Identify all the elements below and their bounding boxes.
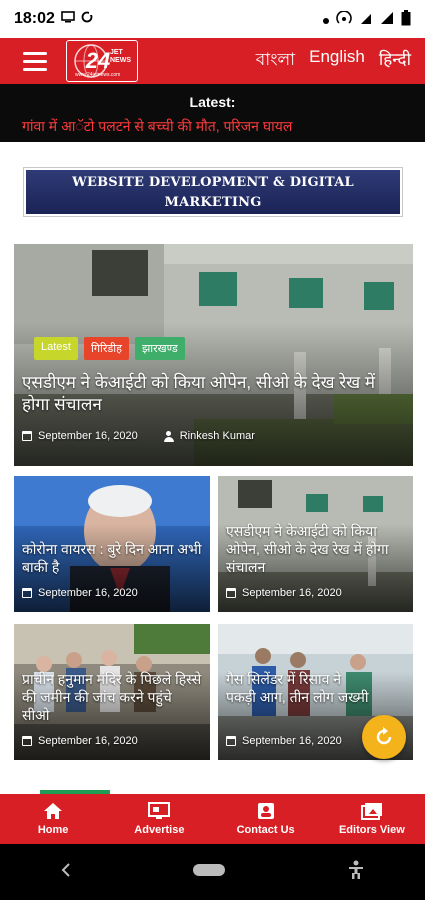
article-meta: September 16, 2020 (226, 735, 342, 747)
bottom-navigation: Home Advertise Contact Us Editors View (0, 794, 425, 844)
calendar-icon (226, 736, 236, 746)
ticker-label: Latest: (189, 94, 236, 110)
ad-banner-line2: CONTACT NO:- +916291457096 (93, 215, 333, 230)
status-time: 18:02 (14, 10, 55, 27)
home-icon (44, 803, 63, 819)
lang-hindi[interactable]: हिन्दी (379, 47, 411, 75)
article-card[interactable]: कोरोना वायरस : बुरे दिन आना अभी बाकी है … (14, 476, 210, 612)
article-title[interactable]: एसडीएम ने केआईटी को किया ओपेन, सीओ के दे… (226, 522, 405, 576)
article-title[interactable]: कोरोना वायरस : बुरे दिन आना अभी बाकी है (22, 540, 202, 576)
featured-date: September 16, 2020 (38, 430, 138, 442)
tag-latest[interactable]: Latest (34, 337, 78, 360)
featured-title[interactable]: एसडीएम ने केआईटी को किया ओपेन, सीओ के दे… (22, 372, 405, 416)
hamburger-line (23, 59, 47, 63)
signal-icon (380, 11, 394, 28)
featured-meta: September 16, 2020 Rinkesh Kumar (22, 430, 255, 442)
article-meta: September 16, 2020 (22, 587, 138, 599)
app-logo[interactable]: 24 JET NEWS www.24jetnews.com (66, 40, 138, 82)
signal-4g-icon (359, 11, 373, 28)
article-card[interactable]: प्राचीन हनुमान मंदिर के पिछले हिस्से की … (14, 624, 210, 760)
advertise-icon (148, 802, 171, 819)
article-date: September 16, 2020 (242, 735, 342, 747)
gallery-icon (360, 803, 382, 820)
nav-editors-view[interactable]: Editors View (319, 794, 425, 844)
article-date: September 16, 2020 (38, 587, 138, 599)
hotspot-icon (336, 9, 352, 28)
calendar-icon (22, 431, 32, 441)
nav-editors-label: Editors View (338, 824, 405, 836)
latest-ticker[interactable]: Latest: गांवा में आॅटो पलटने से बच्ची की… (0, 84, 425, 142)
language-menu: বাংলা English हिन्दी (256, 47, 411, 75)
article-title[interactable]: प्राचीन हनुमान मंदिर के पिछले हिस्से की … (22, 670, 202, 724)
sync-icon (81, 10, 93, 28)
battery-icon (401, 9, 411, 29)
system-navigation-bar (0, 844, 425, 900)
nav-home[interactable]: Home (0, 794, 106, 844)
lang-english[interactable]: English (309, 47, 365, 75)
hamburger-line (23, 51, 47, 55)
author-icon (163, 430, 174, 442)
article-date: September 16, 2020 (38, 735, 138, 747)
ad-banner[interactable]: WEBSITE DEVELOPMENT & DIGITAL MARKETING … (23, 167, 403, 230)
logo-tagline: www.24jetnews.com (75, 72, 121, 78)
nav-contact-label: Contact Us (236, 824, 295, 836)
ad-banner-line1: WEBSITE DEVELOPMENT & DIGITAL MARKETING (72, 175, 354, 210)
logo-number: 24 (85, 48, 111, 73)
contact-icon (257, 803, 274, 819)
featured-article-card[interactable]: Latest गिरिडीह झारखण्ड एसडीएम ने केआईटी … (14, 244, 413, 466)
calendar-icon (22, 736, 32, 746)
ticker-headline[interactable]: गांवा में आॅटो पलटने से बच्ची की मौत, पर… (22, 117, 292, 136)
refresh-icon (376, 727, 392, 745)
refresh-button[interactable] (362, 715, 406, 759)
home-pill-icon[interactable] (192, 863, 226, 882)
dot-icon (323, 12, 329, 27)
featured-author: Rinkesh Kumar (179, 430, 255, 442)
nav-home-label: Home (37, 824, 69, 836)
logo-sub: JET NEWS (110, 49, 131, 64)
article-meta: September 16, 2020 (22, 735, 138, 747)
category-tags: Latest गिरिडीह झारखण्ड (34, 337, 185, 360)
menu-button[interactable] (12, 38, 58, 84)
article-card[interactable]: एसडीएम ने केआईटी को किया ओपेन, सीओ के दे… (218, 476, 413, 612)
tag-giridih[interactable]: गिरिडीह (83, 337, 129, 360)
status-bar: 18:02 (0, 0, 425, 38)
article-title[interactable]: गैस सिलेंडर में रिसाव ने पकड़ी आग, तीन ल… (226, 670, 373, 706)
calendar-icon (226, 588, 236, 598)
tag-jharkhand[interactable]: झारखण्ड (134, 337, 185, 360)
back-icon[interactable] (60, 862, 72, 883)
nav-advertise-label: Advertise (134, 824, 185, 836)
article-meta: September 16, 2020 (226, 587, 342, 599)
calendar-icon (22, 588, 32, 598)
cast-icon (61, 10, 75, 28)
nav-advertise[interactable]: Advertise (106, 794, 212, 844)
accessibility-icon[interactable] (347, 860, 365, 885)
lang-bangla[interactable]: বাংলা (256, 47, 295, 75)
nav-contact-us[interactable]: Contact Us (213, 794, 319, 844)
hamburger-line (23, 67, 47, 71)
app-bar: 24 JET NEWS www.24jetnews.com বাংলা Engl… (0, 38, 425, 84)
article-date: September 16, 2020 (242, 587, 342, 599)
